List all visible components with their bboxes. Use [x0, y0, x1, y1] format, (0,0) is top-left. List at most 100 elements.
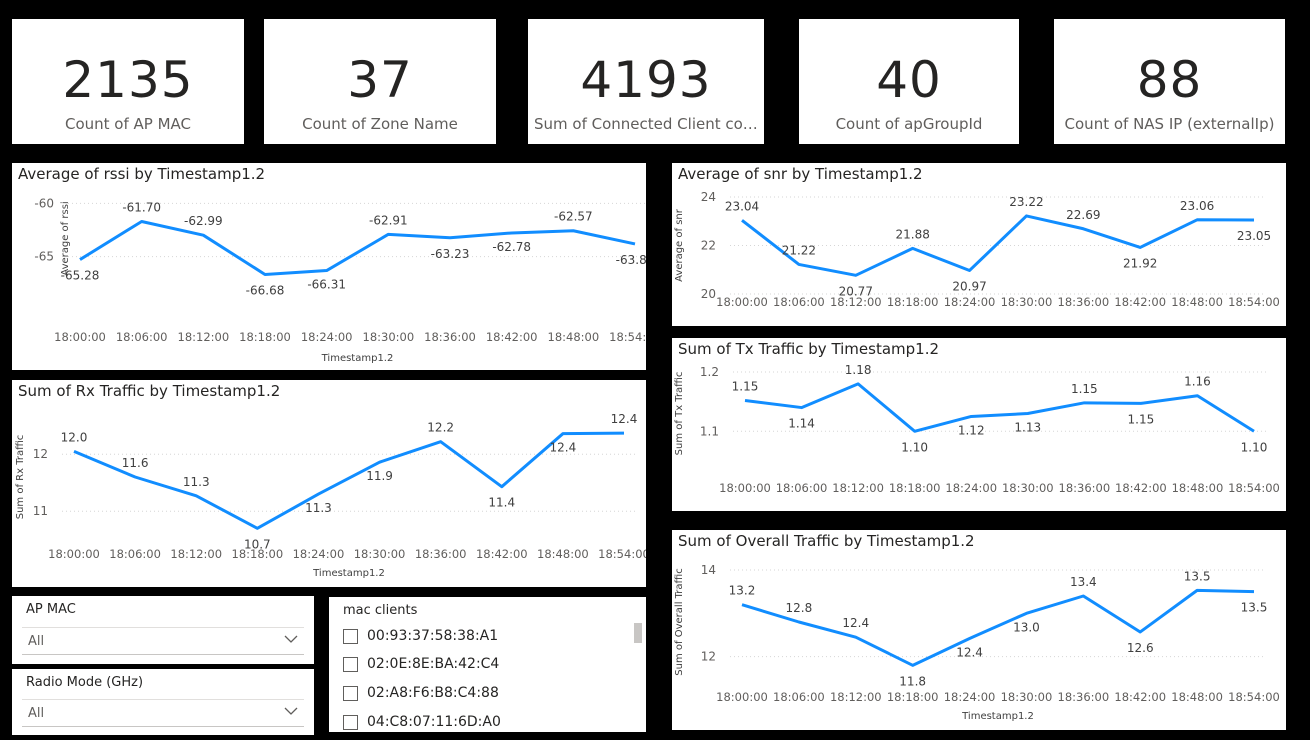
x-tick-label: 18:00:00: [716, 295, 768, 309]
y-tick-label: 11: [33, 504, 48, 518]
x-tick-label: 18:18:00: [889, 481, 941, 495]
data-label: -66.68: [246, 283, 285, 297]
x-tick-label: 18:24:00: [945, 481, 997, 495]
kpi-card-apgroupid[interactable]: 40 Count of apGroupId: [799, 19, 1019, 144]
kpi-card-zone-name[interactable]: 37 Count of Zone Name: [264, 19, 496, 144]
chart-overall-traffic[interactable]: Sum of Overall Traffic by Timestamp1.2 1…: [672, 530, 1286, 730]
chart-plot: 12 14 18:00:00 18:06:00 18:12:00 18:18:00 18:2…: [674, 563, 1280, 722]
checkbox[interactable]: [343, 656, 358, 672]
data-label: 22.69: [1066, 208, 1100, 222]
data-label: -65.28: [61, 269, 100, 283]
x-tick-label: 18:30:00: [354, 547, 406, 561]
x-tick-label: 18:06:00: [109, 547, 161, 561]
data-label: 12.6: [1127, 641, 1154, 655]
kpi-label: Count of AP MAC: [64, 115, 192, 133]
chart-rssi[interactable]: Average of rssi by Timestamp1.2 -65 -60 18…: [12, 163, 646, 370]
data-label: 13.2: [729, 584, 756, 598]
kpi-value: 40: [876, 51, 942, 109]
kpi-card-connected-clients[interactable]: 4193 Sum of Connected Client cou...: [528, 19, 764, 144]
list-item[interactable]: 02:0E:8E:BA:42:C4: [343, 656, 499, 678]
data-label: 12.2: [427, 421, 454, 435]
chart-plot: 1.1 1.2 18:00:00 18:06:00 18:12:00 18:18:00 18…: [674, 363, 1280, 495]
data-label: 12.4: [611, 412, 638, 426]
data-label: 11.9: [366, 469, 393, 483]
data-label: 13.4: [1070, 575, 1097, 589]
kpi-label: Count of NAS IP (externalIp): [1064, 115, 1275, 133]
x-tick-label: 18:48:00: [537, 547, 589, 561]
data-label: 1.15: [1071, 382, 1098, 396]
x-tick-label: 18:06:00: [773, 295, 825, 309]
slicer-ap-mac: AP MAC All: [12, 596, 314, 664]
x-tick-label: 18:06:00: [773, 690, 825, 704]
x-tick-label: 18:12:00: [170, 547, 222, 561]
data-label: 13.5: [1184, 569, 1211, 583]
data-label: -62.99: [184, 214, 223, 228]
y-axis-label: Sum of Tx Traffic: [674, 372, 685, 456]
x-tick-label: 18:42:00: [1115, 481, 1167, 495]
data-label: -62.91: [369, 213, 408, 227]
x-axis-label: Timestamp1.2: [312, 568, 385, 579]
y-tick-label: 24: [701, 190, 716, 204]
data-label: -66.31: [307, 278, 346, 292]
series-line: [79, 219, 636, 276]
data-label: 1.10: [901, 440, 928, 454]
chart-snr[interactable]: Average of snr by Timestamp1.2 20 22 24 18:…: [672, 163, 1286, 326]
slicer-title: mac clients: [343, 603, 418, 618]
radio-mode-dropdown[interactable]: All: [22, 699, 304, 727]
data-label: 20.77: [839, 284, 873, 298]
x-tick-label: 18:54:00: [1228, 690, 1280, 704]
checkbox[interactable]: [343, 714, 358, 730]
data-label: -62.78: [492, 240, 531, 254]
kpi-label: Sum of Connected Client cou...: [534, 115, 764, 133]
data-label: 21.88: [895, 227, 929, 241]
data-label: 1.14: [788, 417, 815, 431]
data-label: 11.3: [305, 501, 332, 515]
chart-rx-traffic[interactable]: Sum of Rx Traffic by Timestamp1.2 11 12 18…: [12, 380, 646, 587]
x-tick-label: 18:36:00: [1059, 481, 1111, 495]
x-tick-label: 18:48:00: [1171, 690, 1223, 704]
chart-tx-traffic[interactable]: Sum of Tx Traffic by Timestamp1.2 1.1 1.2…: [672, 338, 1286, 511]
x-tick-label: 18:54:00: [609, 330, 646, 344]
list-item[interactable]: 00:93:37:58:38:A1: [343, 628, 498, 650]
data-label: 1.12: [958, 423, 985, 437]
ap-mac-dropdown[interactable]: All: [22, 627, 304, 655]
data-label: 1.18: [845, 363, 872, 377]
x-tick-label: 18:12:00: [178, 330, 230, 344]
y-axis-label: Average of rssi: [60, 201, 71, 275]
y-axis-label: Sum of Rx Traffic: [15, 435, 26, 520]
checkbox[interactable]: [343, 685, 358, 701]
slicer-title: Radio Mode (GHz): [26, 675, 144, 690]
data-label: 12.0: [61, 430, 88, 444]
x-tick-label: 18:00:00: [48, 547, 100, 561]
series-line: [744, 382, 1255, 433]
kpi-card-nas-ip[interactable]: 88 Count of NAS IP (externalIp): [1054, 19, 1285, 144]
kpi-value: 37: [347, 51, 413, 109]
checkbox[interactable]: [343, 628, 358, 644]
data-label: -63.81: [616, 253, 646, 267]
y-tick-label: -60: [34, 196, 54, 210]
data-label: -63.23: [431, 247, 470, 261]
kpi-value: 88: [1136, 51, 1203, 109]
y-axis-label: Sum of Overall Traffic: [674, 568, 685, 675]
series-line: [73, 431, 625, 530]
data-label: 12.4: [550, 441, 577, 455]
chevron-down-icon: [284, 707, 298, 715]
x-tick-label: 18:48:00: [548, 330, 600, 344]
x-tick-label: 18:00:00: [716, 690, 768, 704]
dropdown-value: All: [28, 634, 45, 649]
data-label: 1.15: [1128, 412, 1155, 426]
x-tick-label: 18:24:00: [301, 330, 353, 344]
list-item[interactable]: 02:A8:F6:B8:C4:88: [343, 685, 499, 707]
x-tick-label: 18:24:00: [944, 295, 996, 309]
x-tick-label: 18:48:00: [1172, 481, 1224, 495]
x-tick-label: 18:54:00: [598, 547, 646, 561]
list-item[interactable]: 04:C8:07:11:6D:A0: [343, 714, 501, 732]
scrollbar-thumb[interactable]: [634, 623, 642, 643]
y-tick-label: -65: [34, 250, 54, 264]
x-tick-label: 18:36:00: [424, 330, 476, 344]
data-label: 13.5: [1241, 601, 1268, 615]
kpi-card-ap-mac[interactable]: 2135 Count of AP MAC: [12, 19, 244, 144]
x-tick-label: 18:54:00: [1228, 481, 1280, 495]
data-label: 10.7: [244, 537, 271, 551]
data-label: 12.8: [786, 601, 813, 615]
